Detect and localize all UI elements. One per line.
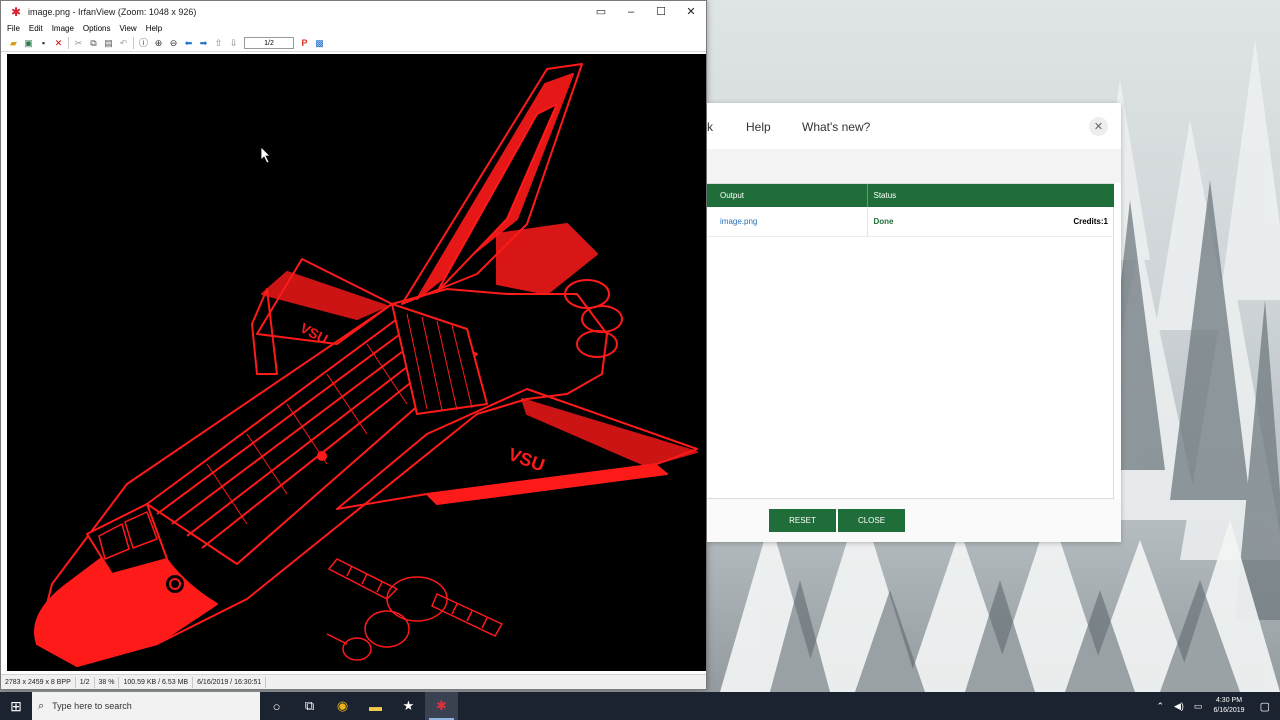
status-zoom: 38 % <box>95 676 120 688</box>
open-folder-icon[interactable]: ▰ <box>6 36 21 51</box>
clock-date: 6/16/2019 <box>1213 707 1245 714</box>
cast-icon[interactable]: ▭ <box>586 1 616 22</box>
close-button[interactable]: CLOSE <box>838 509 905 532</box>
nav-item-help[interactable]: Help <box>746 120 771 134</box>
dialog-header: k Help What's new? ✕ <box>707 103 1121 149</box>
chevron-up-icon[interactable]: ⌃ <box>1156 701 1164 712</box>
menu-file[interactable]: File <box>7 24 20 33</box>
minimize-button[interactable]: – <box>616 1 646 22</box>
menu-image[interactable]: Image <box>52 24 74 33</box>
status-cell: Done Credits:1 <box>867 207 1114 237</box>
table-row: image.png Done Credits:1 <box>707 207 1114 237</box>
page-indicator-field[interactable]: 1/2 <box>244 37 294 49</box>
previous-arrow-icon[interactable]: ⬅ <box>181 36 196 51</box>
status-page: 1/2 <box>76 676 95 688</box>
menubar: File Edit Image Options View Help <box>1 22 706 35</box>
nav-item-partial[interactable]: k <box>707 120 713 134</box>
undo-icon[interactable]: ↶ <box>116 36 131 51</box>
converter-dialog: k Help What's new? ✕ Output Status image… <box>707 103 1121 542</box>
output-file-link[interactable]: image.png <box>720 217 757 226</box>
tail-logo-text: VSU <box>506 444 548 475</box>
nav-item-whats-new[interactable]: What's new? <box>802 120 870 134</box>
windows-start-icon[interactable]: ⊞ <box>0 692 32 720</box>
header-stub <box>707 184 714 207</box>
info-icon[interactable]: ⓘ <box>136 36 151 51</box>
credits-label: Credits:1 <box>1073 216 1108 226</box>
next-arrow-icon[interactable]: ➡ <box>196 36 211 51</box>
status-datetime: 6/16/2019 / 16:30:51 <box>193 676 267 688</box>
output-cell: image.png <box>714 207 868 237</box>
maximize-button[interactable]: ☐ <box>646 1 676 22</box>
volume-icon[interactable]: ◀) <box>1174 701 1184 712</box>
system-tray: ⌃ ◀) ▭ 4:30 PM 6/16/2019 ▢ <box>1151 692 1280 720</box>
zoom-in-icon[interactable]: ⊕ <box>151 36 166 51</box>
irfanview-taskbar-icon[interactable]: ✱ <box>425 692 458 720</box>
irfanview-app-icon: ✱ <box>11 4 22 19</box>
dialog-close-icon[interactable]: ✕ <box>1089 117 1108 136</box>
search-placeholder: Type here to search <box>52 701 132 711</box>
results-table-container: Output Status image.png Done Credits:1 <box>707 183 1114 499</box>
menu-view[interactable]: View <box>120 24 137 33</box>
menu-options[interactable]: Options <box>83 24 111 33</box>
irfanview-logo-icon[interactable]: ▩ <box>312 36 327 51</box>
irfanview-titlebar[interactable]: ✱ image.png - IrfanView (Zoom: 1048 x 92… <box>1 1 706 22</box>
clock-time: 4:30 PM <box>1215 697 1243 704</box>
app-star-icon[interactable]: ★ <box>392 692 425 720</box>
cut-icon[interactable]: ✂ <box>71 36 86 51</box>
header-output: Output <box>714 184 868 207</box>
header-status: Status <box>867 184 1114 207</box>
menu-help[interactable]: Help <box>146 24 162 33</box>
previous-page-icon[interactable]: ⇧ <box>211 36 226 51</box>
toolbar: ▰ ▣ ▪ ✕ ✂ ⧉ ▤ ↶ ⓘ ⊕ ⊖ ⬅ ➡ ⇧ ⇩ 1/2 P ▩ <box>1 35 706 52</box>
status-size: 100.59 KB / 6.53 MB <box>119 676 194 688</box>
irfanview-window: ✱ image.png - IrfanView (Zoom: 1048 x 92… <box>0 0 707 690</box>
file-explorer-icon[interactable]: ▬ <box>359 692 392 720</box>
cortana-icon[interactable]: ○ <box>260 692 293 720</box>
clock[interactable]: 4:30 PM 6/16/2019 <box>1213 696 1244 716</box>
row-stub <box>707 207 714 237</box>
zoom-out-icon[interactable]: ⊖ <box>166 36 181 51</box>
image-viewer-canvas[interactable]: VSU VSU <box>7 54 706 671</box>
delete-icon[interactable]: ✕ <box>51 36 66 51</box>
taskbar: ⊞ ⌕ Type here to search ○ ⧉ ◉ ▬ ★ ✱ ⌃ ◀)… <box>0 692 1280 720</box>
mouse-cursor-icon <box>260 146 271 164</box>
close-button[interactable]: ✕ <box>676 1 706 22</box>
statusbar: 2783 x 2459 x 8 BPP 1/2 38 % 100.59 KB /… <box>1 674 706 689</box>
save-icon[interactable]: ▪ <box>36 36 51 51</box>
results-table: Output Status image.png Done Credits:1 <box>707 184 1114 237</box>
status-dimensions: 2783 x 2459 x 8 BPP <box>1 676 76 688</box>
network-icon[interactable]: ▭ <box>1194 701 1203 712</box>
paint-icon[interactable]: P <box>297 36 312 51</box>
table-header-row: Output Status <box>707 184 1114 207</box>
notifications-icon[interactable]: ▢ <box>1260 700 1270 713</box>
next-page-icon[interactable]: ⇩ <box>226 36 241 51</box>
menu-edit[interactable]: Edit <box>29 24 43 33</box>
dialog-toolbar-band <box>707 149 1121 183</box>
dialog-button-row: RESET CLOSE <box>707 499 1121 542</box>
taskbar-search-box[interactable]: ⌕ Type here to search <box>32 692 260 720</box>
space-shuttle-image: VSU VSU <box>34 63 698 667</box>
status-done: Done <box>873 216 894 226</box>
toolbar-separator <box>68 37 69 49</box>
toolbar-separator <box>133 37 134 49</box>
reset-button[interactable]: RESET <box>769 509 836 532</box>
task-view-icon[interactable]: ⧉ <box>293 692 326 720</box>
paste-icon[interactable]: ▤ <box>101 36 116 51</box>
chrome-icon[interactable]: ◉ <box>326 692 359 720</box>
slideshow-icon[interactable]: ▣ <box>21 36 36 51</box>
copy-icon[interactable]: ⧉ <box>86 36 101 51</box>
window-title: image.png - IrfanView (Zoom: 1048 x 926) <box>28 6 197 17</box>
search-icon: ⌕ <box>38 699 45 712</box>
